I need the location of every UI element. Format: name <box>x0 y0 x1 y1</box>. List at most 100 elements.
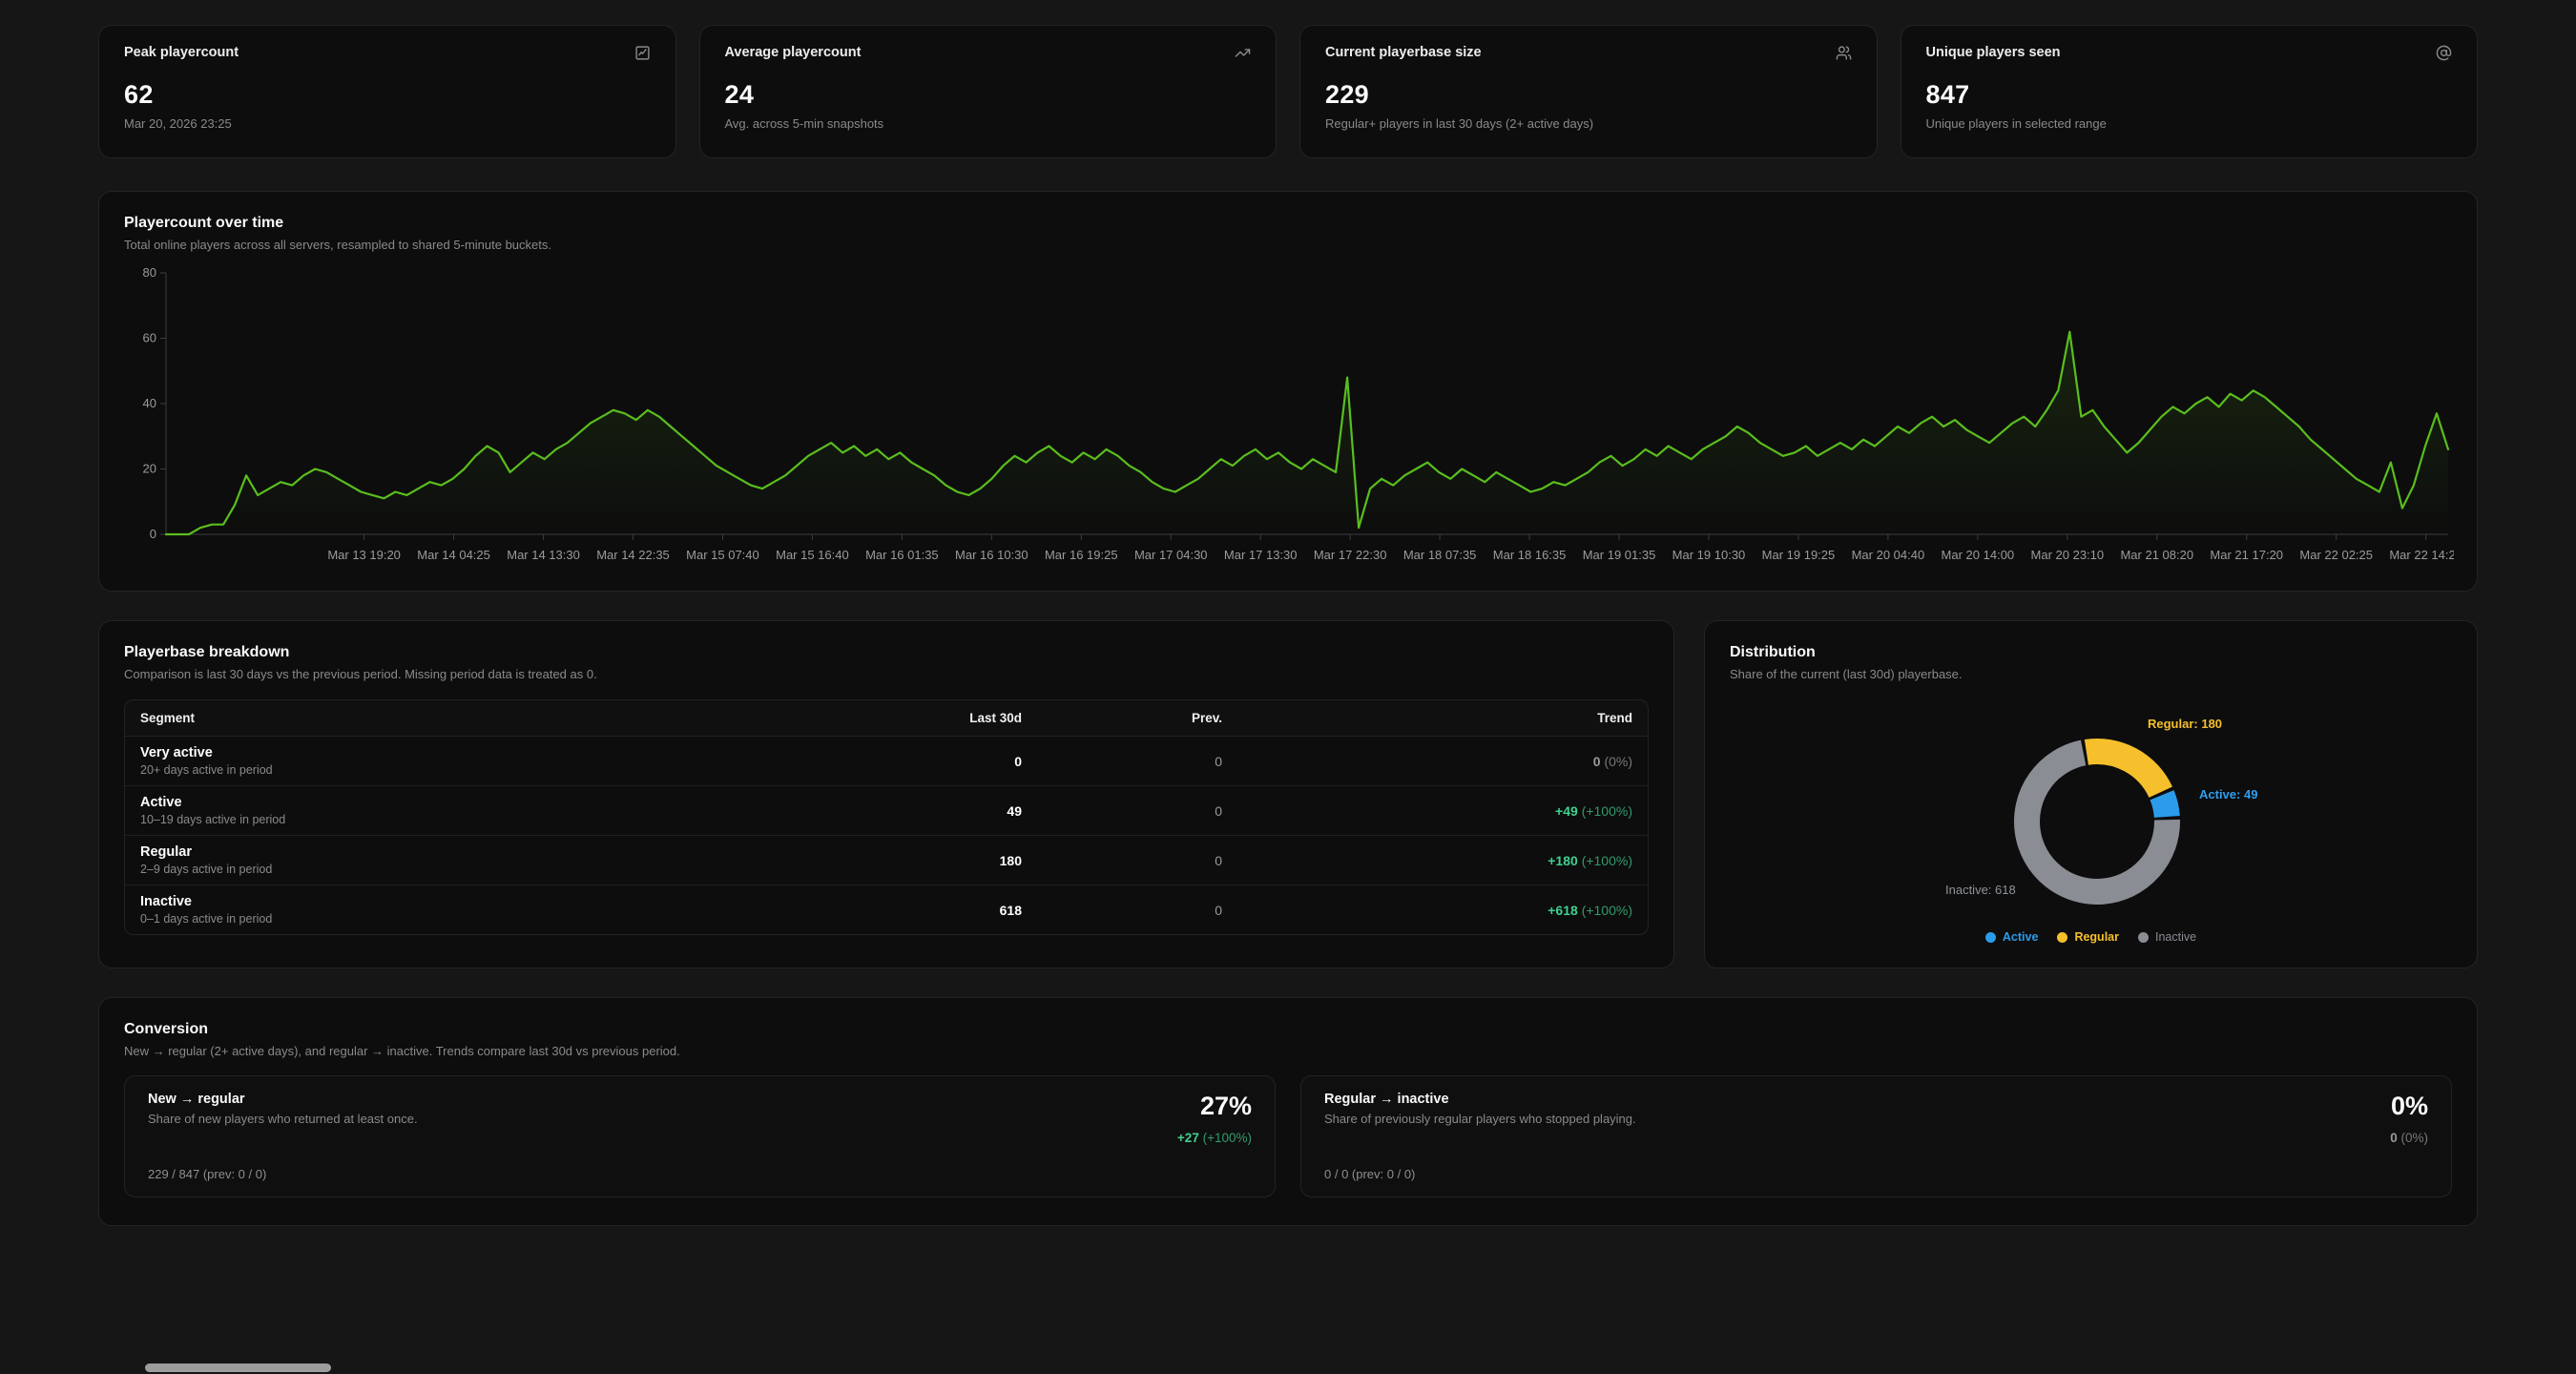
trend-delta: +618 <box>1548 903 1578 918</box>
legend-label: Regular <box>2074 930 2119 944</box>
svg-text:Mar 19 01:35: Mar 19 01:35 <box>1583 548 1656 562</box>
svg-text:Mar 14 22:35: Mar 14 22:35 <box>596 548 670 562</box>
stat-card-title: Current playerbase size <box>1325 45 1482 60</box>
svg-text:Mar 16 10:30: Mar 16 10:30 <box>955 548 1028 562</box>
svg-text:80: 80 <box>143 265 156 280</box>
conversion-card-desc: Share of previously regular players who … <box>1324 1112 1636 1126</box>
last30d-value: 180 <box>827 836 1037 885</box>
stat-card-title: Average playercount <box>725 45 862 60</box>
stat-card-unique-players: Unique players seen 847 Unique players i… <box>1901 25 2479 158</box>
segment-desc: 20+ days active in period <box>140 763 812 777</box>
svg-text:Mar 18 07:35: Mar 18 07:35 <box>1403 548 1477 562</box>
donut-label-inactive: Inactive: 618 <box>1945 883 2016 897</box>
table-header-row: Segment Last 30d Prev. Trend <box>125 700 1648 737</box>
breakdown-table: Segment Last 30d Prev. Trend Very active… <box>124 699 1649 935</box>
stat-card-title: Unique players seen <box>1926 45 2061 60</box>
stat-card-header: Current playerbase size <box>1325 45 1852 61</box>
svg-text:Mar 21 17:20: Mar 21 17:20 <box>2210 548 2283 562</box>
conversion-card-title: Regular → inactive <box>1324 1092 1636 1107</box>
svg-text:Mar 16 01:35: Mar 16 01:35 <box>865 548 939 562</box>
users-icon <box>1836 45 1852 61</box>
distribution-title: Distribution <box>1730 644 2452 661</box>
conversion-cards: New → regular Share of new players who r… <box>124 1075 2452 1197</box>
column-header-last30d: Last 30d <box>827 700 1037 737</box>
table-row-active: Active 10–19 days active in period 49 0 … <box>125 786 1648 836</box>
svg-text:40: 40 <box>143 396 156 410</box>
playercount-line-chart[interactable]: 020406080Mar 13 19:20Mar 14 04:25Mar 14 … <box>124 265 2454 575</box>
svg-text:Mar 17 22:30: Mar 17 22:30 <box>1314 548 1387 562</box>
svg-text:Mar 20 14:00: Mar 20 14:00 <box>1942 548 2015 562</box>
trend-delta: +180 <box>1548 853 1578 868</box>
svg-text:Mar 14 04:25: Mar 14 04:25 <box>417 548 490 562</box>
conversion-card-trend: 0 (0%) <box>2390 1131 2428 1145</box>
player-analytics-dashboard: { "stat_cards": [ {"title": "Peak player… <box>0 0 2576 1374</box>
trend-percent: (0%) <box>2400 1131 2428 1145</box>
legend-label: Inactive <box>2155 930 2196 944</box>
last30d-value: 0 <box>827 737 1037 786</box>
distribution-panel: Distribution Share of the current (last … <box>1704 620 2478 968</box>
table-row-inactive: Inactive 0–1 days active in period 618 0… <box>125 885 1648 935</box>
stat-card-header: Unique players seen <box>1926 45 2453 61</box>
stat-card-current-playerbase: Current playerbase size 229 Regular+ pla… <box>1299 25 1878 158</box>
svg-text:20: 20 <box>143 462 156 476</box>
svg-text:60: 60 <box>143 331 156 345</box>
trend-percent: (+100%) <box>1582 903 1632 918</box>
conversion-card-metrics: 27% +27 (+100%) <box>1177 1092 1252 1181</box>
distribution-donut-chart[interactable] <box>2006 731 2188 912</box>
legend-item-active: Active <box>1985 930 2039 944</box>
segment-cell: Very active 20+ days active in period <box>125 737 827 786</box>
conversion-card-desc: Share of new players who returned at lea… <box>148 1112 418 1126</box>
stat-card-peak-playercount: Peak playercount 62 Mar 20, 2026 23:25 <box>98 25 676 158</box>
stat-card-title: Peak playercount <box>124 45 239 60</box>
segment-desc: 2–9 days active in period <box>140 863 812 876</box>
trend-percent: (+100%) <box>1582 803 1632 819</box>
column-header-segment: Segment <box>125 700 827 737</box>
conversion-card-fraction: 229 / 847 (prev: 0 / 0) <box>148 1167 418 1181</box>
svg-text:Mar 19 10:30: Mar 19 10:30 <box>1672 548 1746 562</box>
stat-card-value: 229 <box>1325 80 1852 110</box>
trend-delta: 0 <box>1593 754 1601 769</box>
last30d-value: 618 <box>827 885 1037 935</box>
table-row-regular: Regular 2–9 days active in period 180 0 … <box>125 836 1648 885</box>
segment-name: Regular <box>140 844 812 860</box>
stat-card-value: 62 <box>124 80 651 110</box>
prev-value: 0 <box>1037 836 1237 885</box>
trend-delta: 0 <box>2390 1131 2398 1145</box>
stat-card-subtitle: Avg. across 5-min snapshots <box>725 116 1252 131</box>
segment-cell: Active 10–19 days active in period <box>125 786 827 836</box>
trending-up-icon <box>1235 45 1251 61</box>
conversion-card-fraction: 0 / 0 (prev: 0 / 0) <box>1324 1167 1636 1181</box>
stat-card-average-playercount: Average playercount 24 Avg. across 5-min… <box>699 25 1278 158</box>
middle-row: Playerbase breakdown Comparison is last … <box>98 620 2478 968</box>
column-header-prev: Prev. <box>1037 700 1237 737</box>
donut-segment-active <box>2162 795 2167 817</box>
playercount-chart-panel: Playercount over time Total online playe… <box>98 191 2478 592</box>
segment-desc: 10–19 days active in period <box>140 813 812 826</box>
svg-text:0: 0 <box>150 527 156 541</box>
segment-name: Inactive <box>140 894 812 909</box>
conversion-card-info: Regular → inactive Share of previously r… <box>1324 1092 1636 1181</box>
playerbase-breakdown-panel: Playerbase breakdown Comparison is last … <box>98 620 1674 968</box>
legend-item-inactive: Inactive <box>2138 930 2196 944</box>
svg-text:Mar 18 16:35: Mar 18 16:35 <box>1493 548 1567 562</box>
svg-text:Mar 19 19:25: Mar 19 19:25 <box>1762 548 1836 562</box>
chart-title: Playercount over time <box>124 215 2452 232</box>
conversion-card-trend: +27 (+100%) <box>1177 1131 1252 1145</box>
conversion-card-value: 0% <box>2391 1092 2428 1121</box>
segment-desc: 0–1 days active in period <box>140 912 812 926</box>
stat-card-value: 24 <box>725 80 1252 110</box>
svg-text:Mar 20 23:10: Mar 20 23:10 <box>2031 548 2105 562</box>
donut-label-regular: Regular: 180 <box>2148 717 2222 731</box>
svg-text:Mar 22 14:20: Mar 22 14:20 <box>2389 548 2454 562</box>
last30d-value: 49 <box>827 786 1037 836</box>
trend-delta: +27 <box>1177 1131 1199 1145</box>
trend-value: +180 (+100%) <box>1237 836 1648 885</box>
stat-card-header: Average playercount <box>725 45 1252 61</box>
conversion-card-title: New → regular <box>148 1092 418 1107</box>
svg-text:Mar 17 04:30: Mar 17 04:30 <box>1134 548 1208 562</box>
legend-label: Active <box>2003 930 2039 944</box>
donut-label-active: Active: 49 <box>2199 787 2257 802</box>
legend-dot-inactive <box>2138 932 2149 943</box>
trend-percent: (0%) <box>1604 754 1632 769</box>
horizontal-scrollbar-thumb[interactable] <box>145 1364 331 1372</box>
